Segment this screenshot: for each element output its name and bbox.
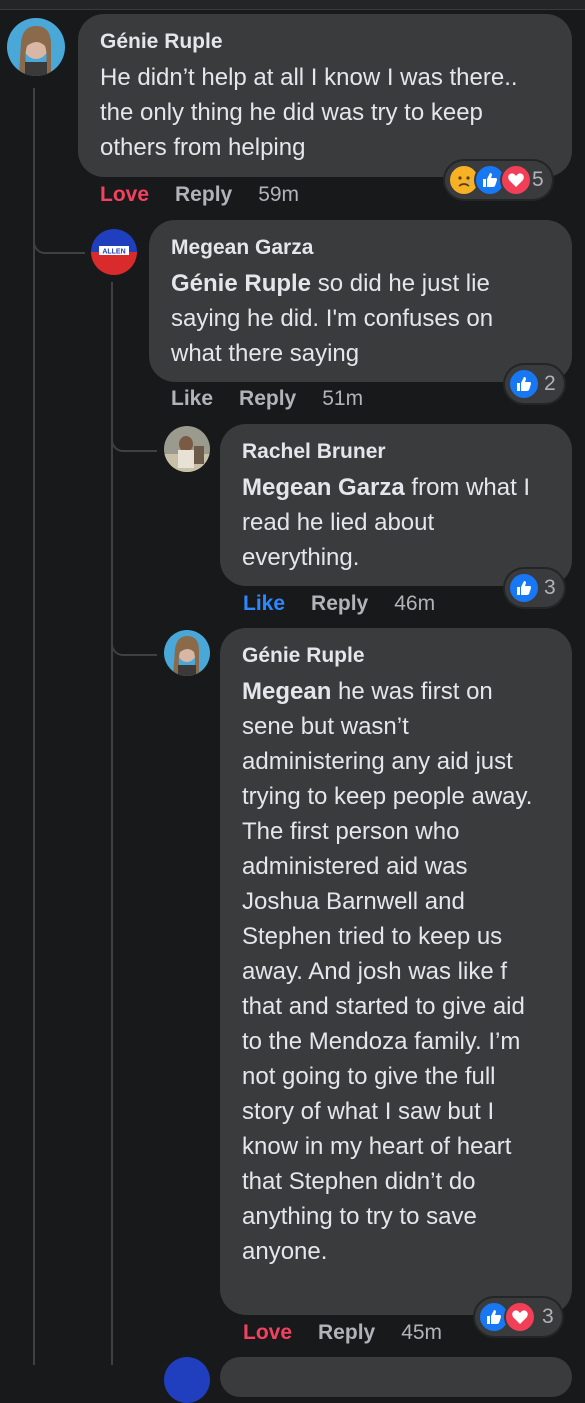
reaction-count: 3	[542, 1305, 554, 1328]
comment-text: Megean Garza from what I read he lied ab…	[242, 470, 550, 575]
like-icon	[508, 368, 540, 400]
reaction-count: 5	[532, 168, 544, 191]
reply-button[interactable]: Reply	[175, 183, 232, 206]
campaign-logo-icon: ALLEN	[91, 229, 137, 275]
user-photo-icon	[164, 630, 210, 676]
reaction-summary[interactable]: 3	[475, 1298, 562, 1336]
comment-author[interactable]: Megean Garza	[171, 236, 550, 260]
like-button[interactable]: Like	[243, 592, 285, 615]
love-icon	[504, 1301, 536, 1333]
user-photo-icon	[164, 426, 210, 472]
comment-actions: Love Reply 59m	[100, 183, 325, 207]
timestamp[interactable]: 51m	[322, 387, 363, 410]
thread-elbow	[33, 230, 85, 254]
comment-author[interactable]: Génie Ruple	[100, 30, 550, 54]
comment-body: he was first on sene but wasn’t administ…	[242, 678, 533, 1265]
mention-link[interactable]: Génie Ruple	[171, 270, 311, 297]
timestamp[interactable]: 46m	[394, 592, 435, 615]
comment-bubble: Génie Ruple He didn’t help at all I know…	[78, 14, 572, 177]
reply-button[interactable]: Reply	[311, 592, 368, 615]
top-divider	[0, 0, 585, 10]
thread-elbow	[111, 632, 157, 656]
comment-author[interactable]: Rachel Bruner	[242, 440, 550, 464]
love-icon	[500, 164, 532, 196]
comment-bubble: Megean Garza Génie Ruple so did he just …	[149, 220, 572, 382]
mention-link[interactable]: Megean Garza	[242, 474, 405, 501]
comment-actions: Love Reply 45m	[243, 1321, 468, 1345]
timestamp[interactable]: 59m	[258, 183, 299, 206]
like-button[interactable]: Like	[171, 387, 213, 410]
timestamp[interactable]: 45m	[401, 1321, 442, 1344]
comment-text: Megean he was first on sene but wasn’t a…	[242, 674, 550, 1269]
reply-button[interactable]: Reply	[239, 387, 296, 410]
logo-text: ALLEN	[102, 249, 125, 256]
reaction-count: 2	[544, 372, 556, 395]
reply-button[interactable]: Reply	[318, 1321, 375, 1344]
reaction-summary[interactable]: 3	[505, 569, 564, 607]
avatar[interactable]: ALLEN	[91, 229, 137, 275]
thread-line-root	[33, 88, 35, 1365]
user-photo-icon	[7, 18, 65, 76]
love-button[interactable]: Love	[243, 1321, 292, 1344]
mention-link[interactable]: Megean	[242, 678, 331, 705]
comment-author[interactable]: Génie Ruple	[242, 644, 550, 668]
comment-text: He didn’t help at all I know I was there…	[100, 64, 518, 161]
comment-text: Génie Ruple so did he just lie saying he…	[171, 266, 550, 371]
avatar[interactable]	[164, 1357, 210, 1403]
avatar[interactable]	[7, 18, 65, 76]
comment-actions: Like Reply 51m	[171, 387, 389, 411]
reaction-summary[interactable]: 5	[445, 161, 552, 199]
avatar[interactable]	[164, 426, 210, 472]
comment-bubble: Génie Ruple Megean he was first on sene …	[220, 628, 572, 1315]
comment-bubble	[220, 1357, 572, 1397]
avatar[interactable]	[164, 630, 210, 676]
comment-bubble: Rachel Bruner Megean Garza from what I r…	[220, 424, 572, 586]
comment-actions: Like Reply 46m	[243, 592, 461, 616]
love-button[interactable]: Love	[100, 183, 149, 206]
like-icon	[508, 572, 540, 604]
thread-elbow	[111, 428, 157, 452]
reaction-summary[interactable]: 2	[505, 365, 564, 403]
reaction-count: 3	[544, 576, 556, 599]
